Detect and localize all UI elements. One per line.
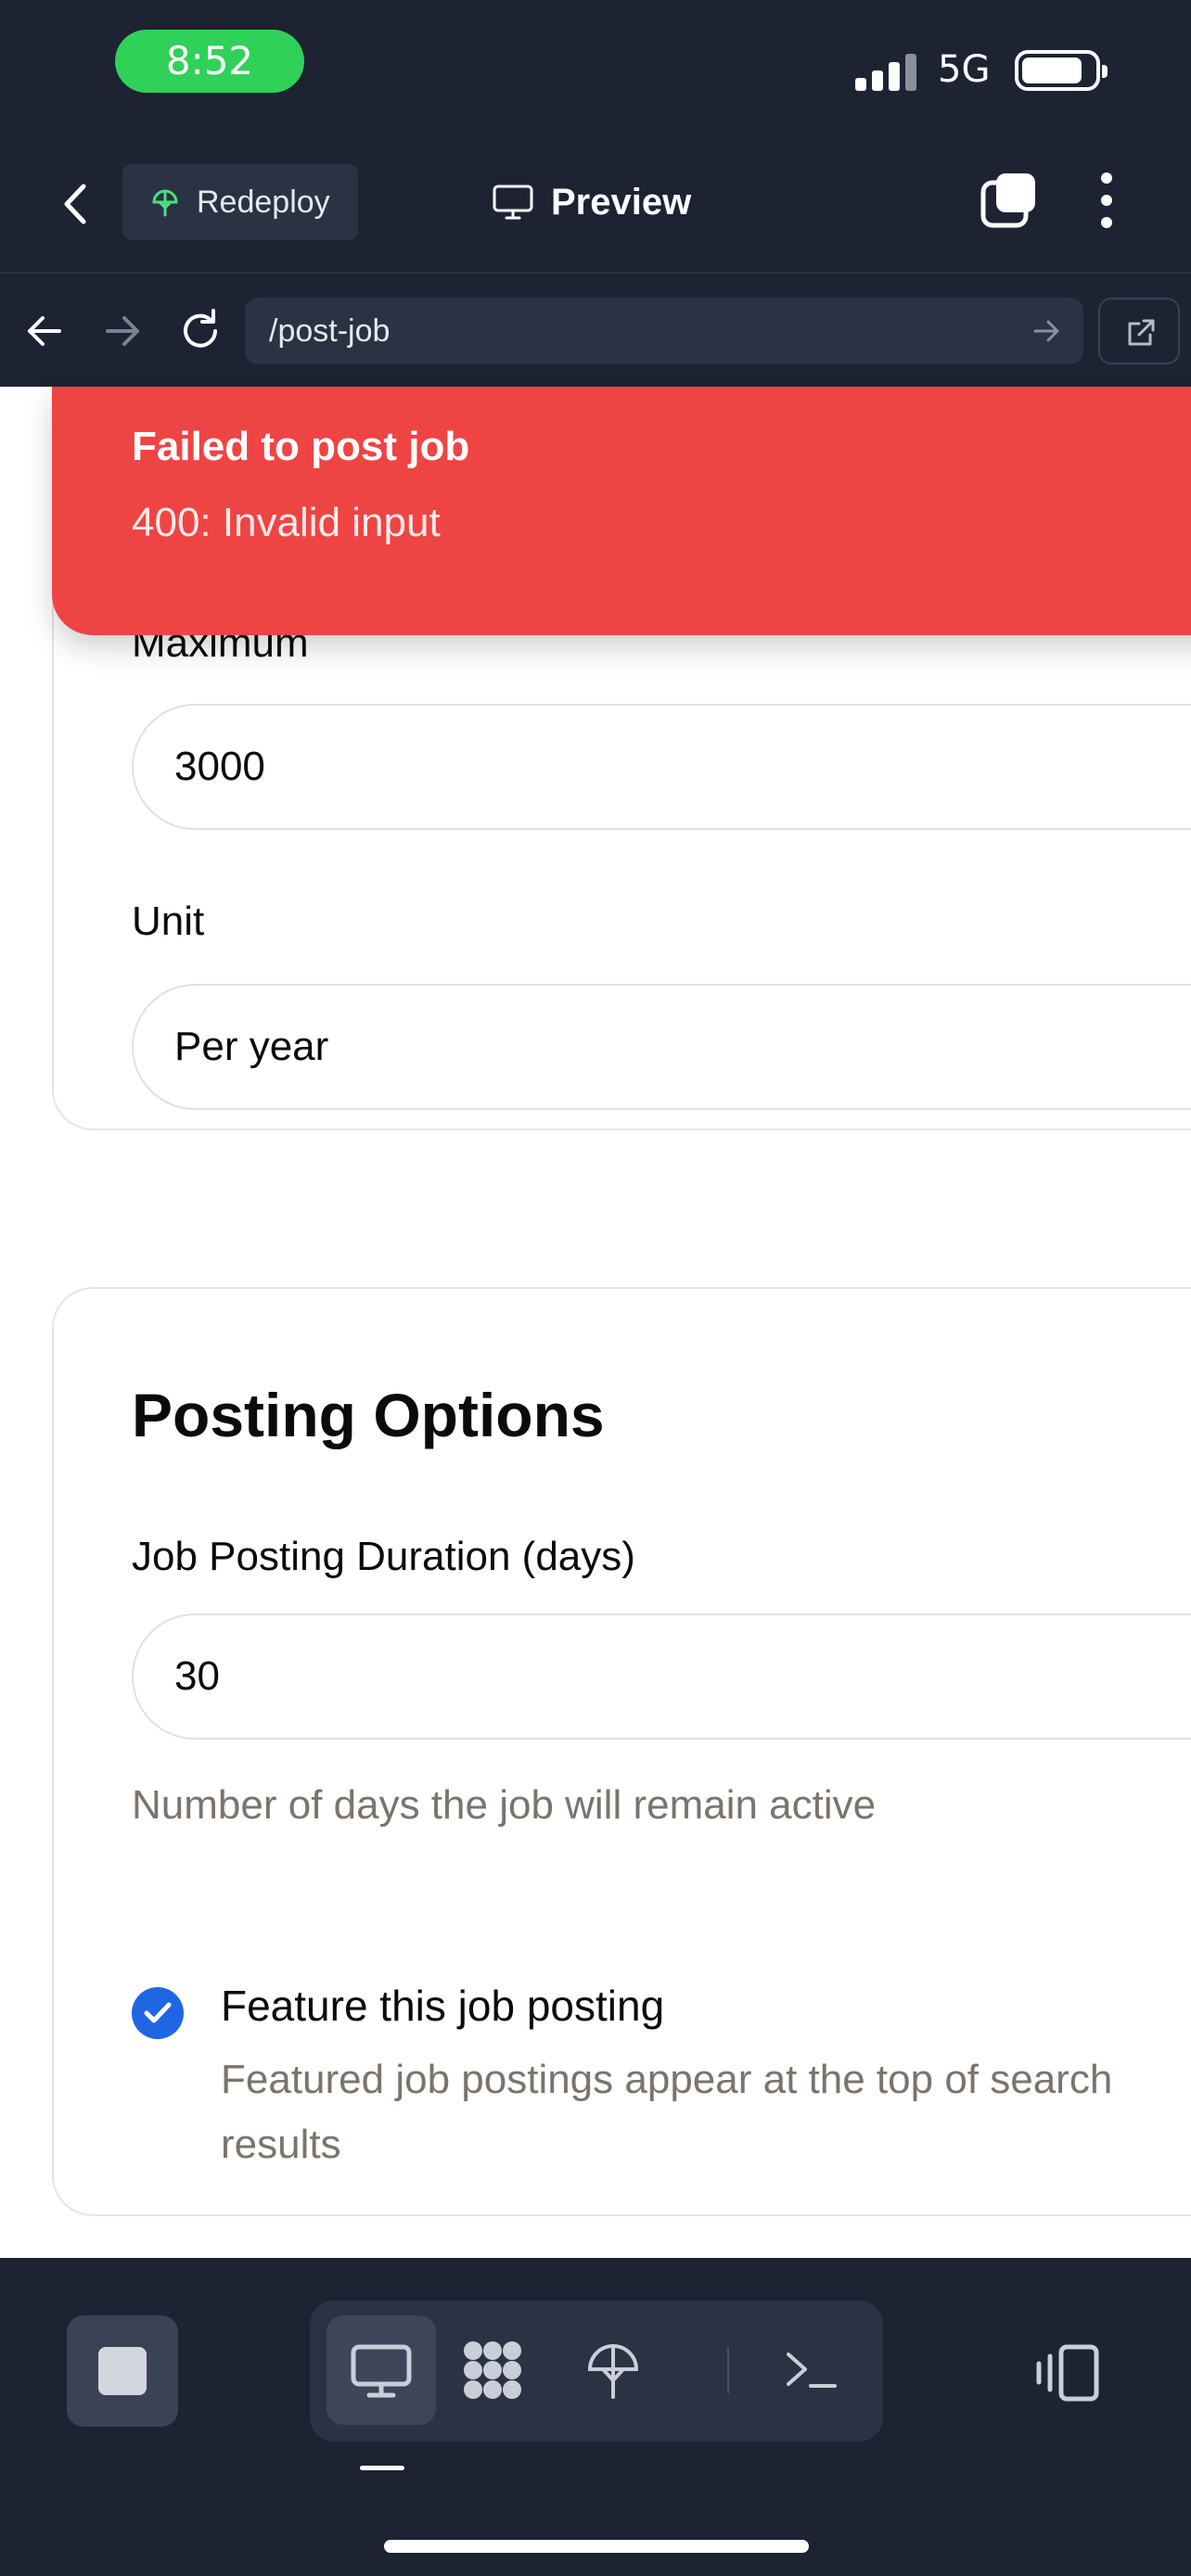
section-title: Posting Options bbox=[132, 1381, 605, 1449]
posting-options-card: Posting Options Job Posting Duration (da… bbox=[52, 1287, 1191, 2216]
stop-icon bbox=[98, 2347, 147, 2395]
back-button[interactable] bbox=[52, 172, 102, 236]
tabs-icon bbox=[980, 173, 1035, 228]
layout-toggle-button[interactable] bbox=[1033, 2343, 1102, 2403]
home-indicator bbox=[384, 2540, 809, 2553]
more-options-button[interactable] bbox=[1091, 168, 1122, 233]
unit-select-value: Per year bbox=[174, 1024, 329, 1069]
tab-console[interactable] bbox=[757, 2315, 866, 2425]
network-type: 5G bbox=[938, 48, 991, 91]
tab-nodes[interactable] bbox=[438, 2315, 547, 2425]
active-tab-indicator bbox=[360, 2466, 404, 2470]
feature-checkbox[interactable] bbox=[132, 1987, 184, 2039]
segment-divider bbox=[727, 2347, 729, 2393]
redeploy-button[interactable]: Redeploy bbox=[122, 164, 358, 240]
arrow-left-icon bbox=[28, 316, 61, 346]
duration-label: Job Posting Duration (days) bbox=[132, 1534, 635, 1579]
reload-icon bbox=[184, 309, 217, 348]
duration-help-text: Number of days the job will remain activ… bbox=[132, 1782, 877, 1828]
chevron-left-icon bbox=[64, 184, 86, 224]
monitor-icon bbox=[493, 185, 533, 220]
error-toast[interactable]: Failed to post job 400: Invalid input bbox=[52, 387, 1191, 635]
toast-message: 400: Invalid input bbox=[132, 500, 441, 545]
status-bar: 8:52 5G bbox=[0, 0, 1191, 134]
tab-deploy[interactable] bbox=[558, 2315, 668, 2425]
feature-label[interactable]: Feature this job posting bbox=[221, 1981, 664, 2031]
unit-select[interactable]: Per year bbox=[132, 984, 1191, 1110]
duration-input[interactable]: 30 bbox=[132, 1613, 1191, 1740]
view-switcher bbox=[310, 2301, 883, 2442]
url-text: /post-job bbox=[269, 313, 391, 349]
monitor-icon bbox=[351, 2344, 412, 2398]
top-nav: Redeploy Preview bbox=[0, 134, 1191, 274]
browser-forward-button[interactable] bbox=[95, 303, 150, 359]
layout-icon bbox=[1036, 2344, 1099, 2402]
battery-icon bbox=[1015, 50, 1108, 91]
unit-label: Unit bbox=[132, 899, 205, 944]
maximum-input[interactable]: 3000 bbox=[132, 704, 1191, 830]
open-external-button[interactable] bbox=[1098, 298, 1180, 364]
more-vertical-icon bbox=[1101, 172, 1112, 228]
status-time: 8:52 bbox=[115, 30, 304, 93]
arrow-right-icon bbox=[106, 316, 139, 346]
deploy-icon bbox=[587, 2344, 639, 2399]
stop-button[interactable] bbox=[67, 2315, 178, 2427]
nodes-icon bbox=[464, 2341, 521, 2399]
feature-description: Featured job postings appear at the top … bbox=[221, 2057, 1113, 2167]
page-content[interactable]: Maximum 3000 Unit Per year Posting Optio… bbox=[0, 387, 1191, 2258]
external-link-icon bbox=[1128, 319, 1155, 346]
redeploy-label: Redeploy bbox=[197, 184, 330, 220]
bottom-toolbar bbox=[0, 2258, 1191, 2576]
tab-preview[interactable] bbox=[327, 2315, 436, 2425]
browser-back-button[interactable] bbox=[17, 303, 72, 359]
signal-icon bbox=[855, 52, 922, 91]
go-arrow-icon[interactable] bbox=[1030, 314, 1063, 348]
reload-button[interactable] bbox=[173, 303, 228, 359]
toast-title: Failed to post job bbox=[132, 424, 470, 469]
checkmark-icon bbox=[144, 2002, 172, 2023]
deploy-icon bbox=[152, 189, 178, 217]
preview-label: Preview bbox=[551, 181, 692, 223]
tabs-button[interactable] bbox=[980, 170, 1039, 229]
url-bar: /post-job bbox=[0, 275, 1191, 387]
terminal-icon bbox=[787, 2353, 837, 2388]
url-input[interactable]: /post-job bbox=[245, 298, 1083, 364]
preview-title[interactable]: Preview bbox=[492, 170, 691, 235]
